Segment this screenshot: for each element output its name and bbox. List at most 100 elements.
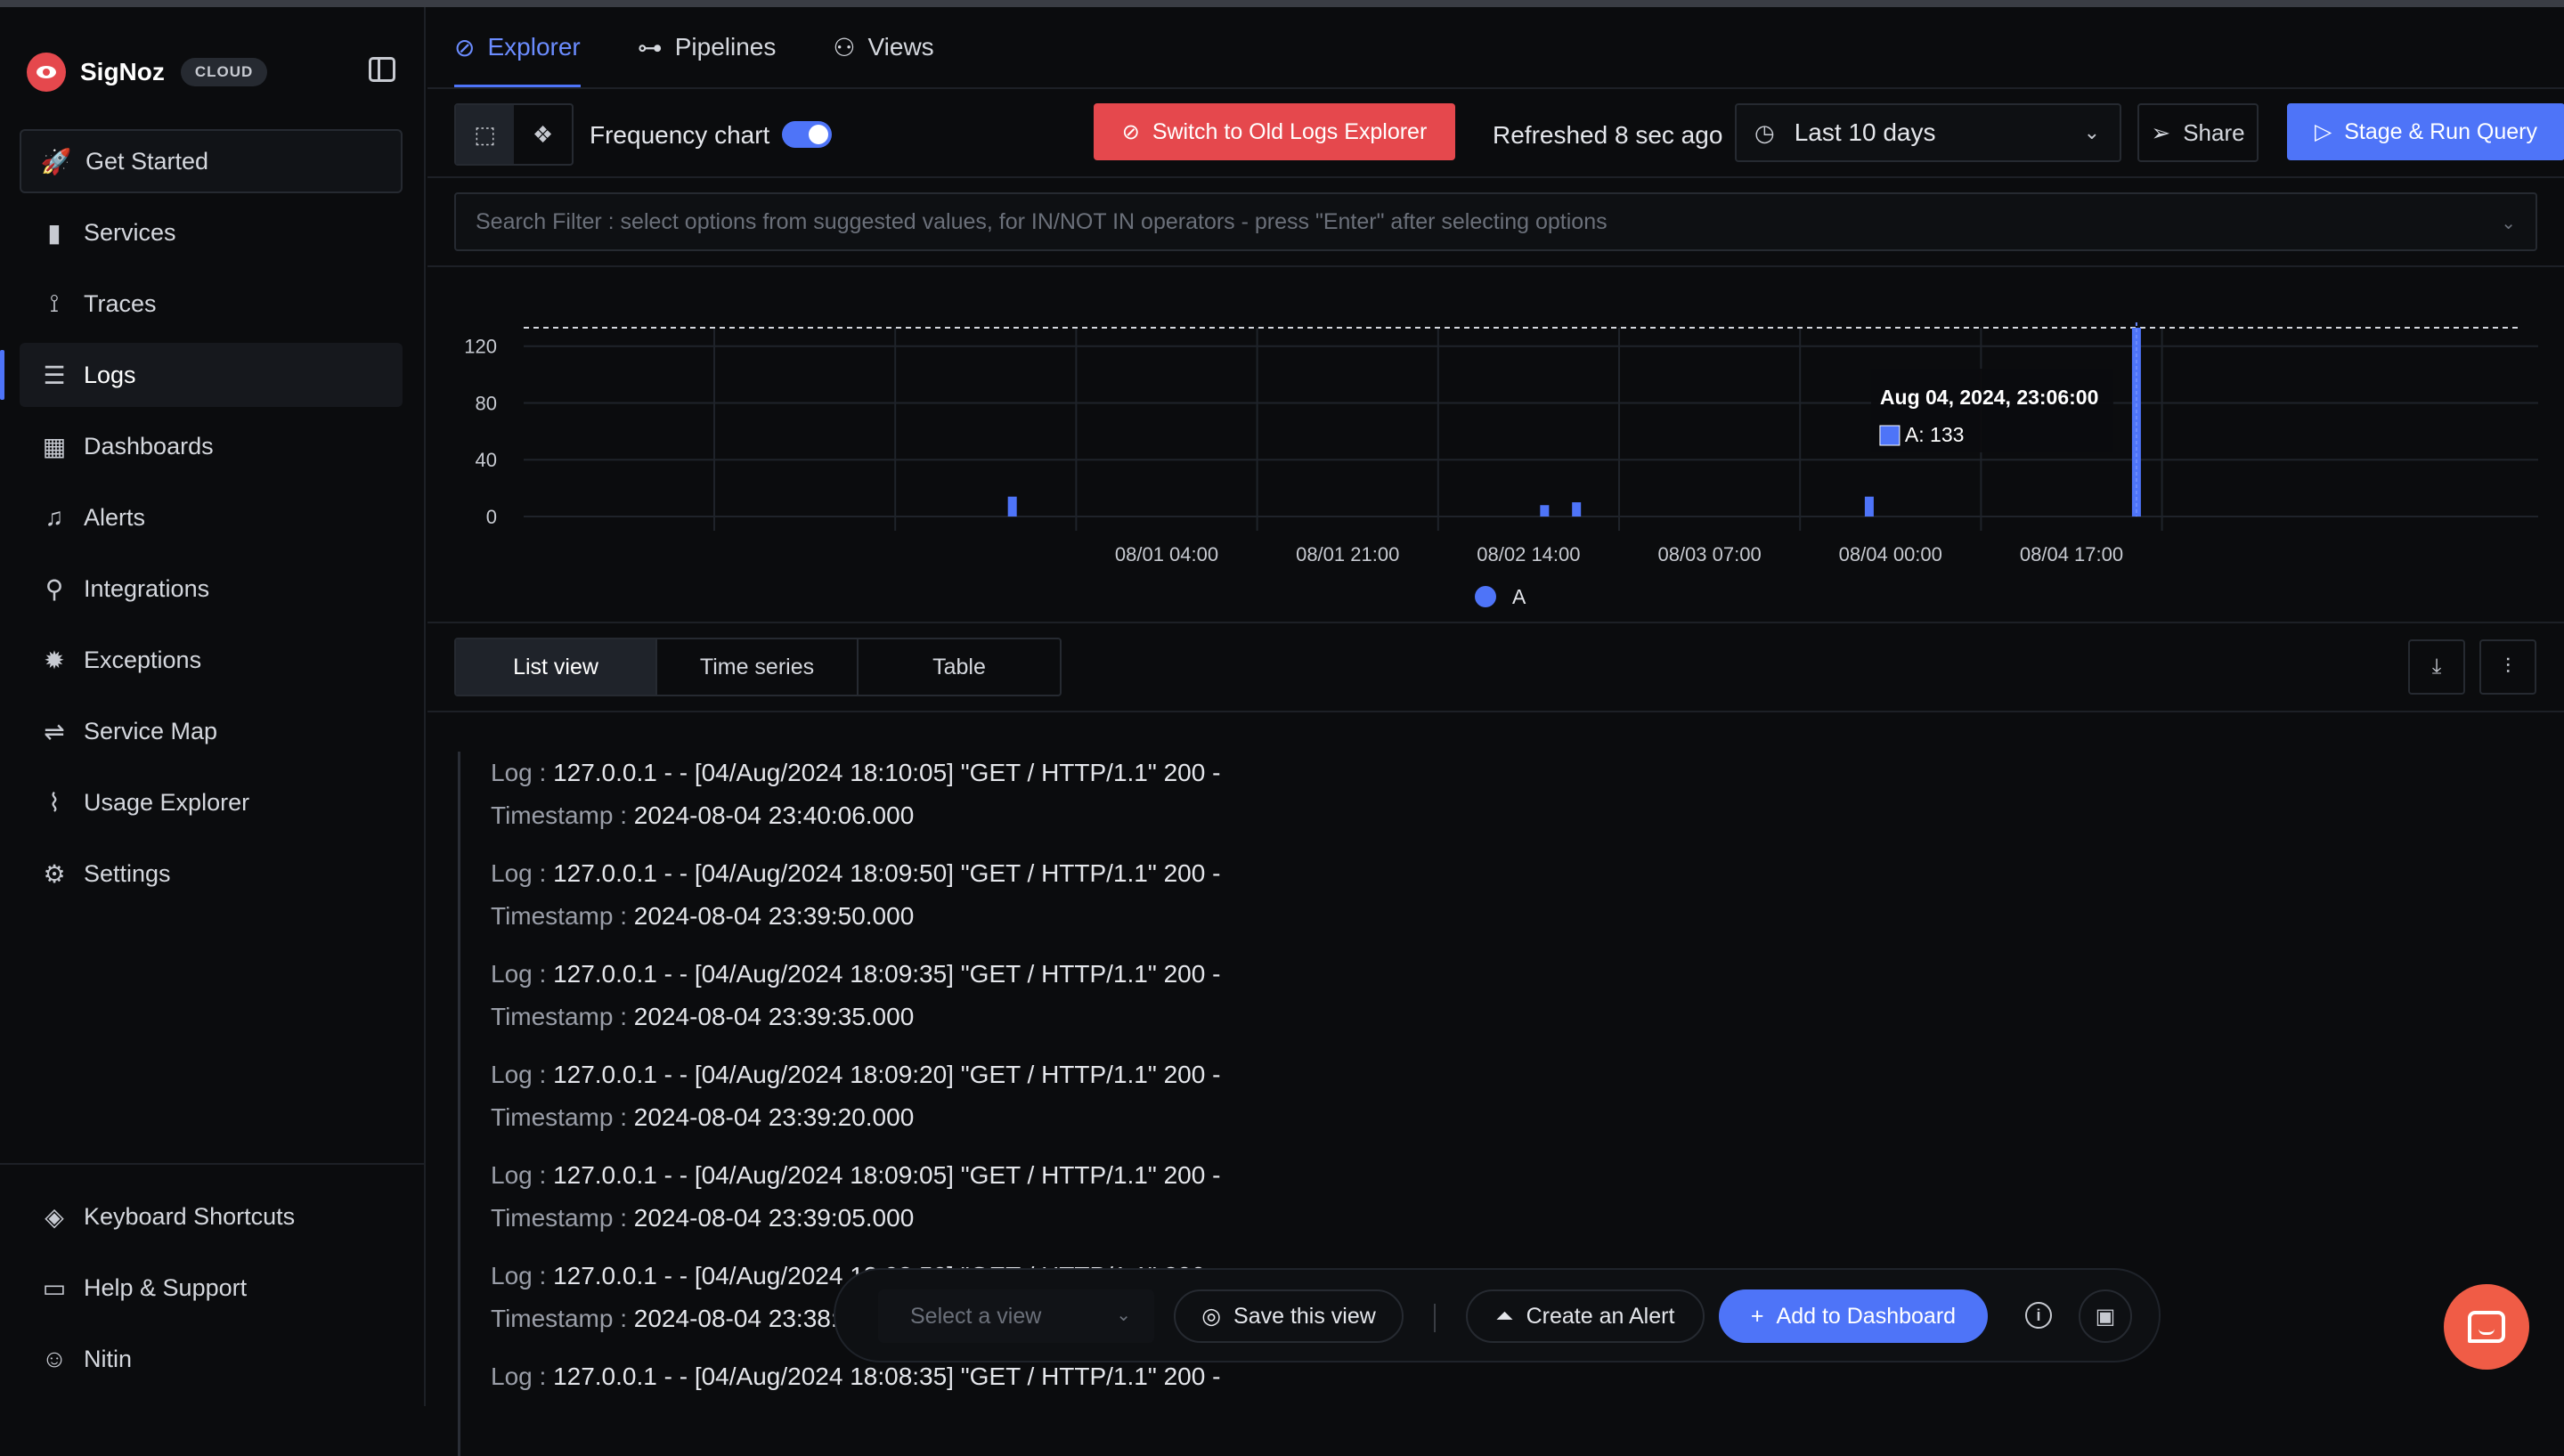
chart-bar xyxy=(1864,496,1874,517)
sidebar-item-label: Keyboard Shortcuts xyxy=(84,1202,296,1230)
switch-old-explorer-button[interactable]: ⊘ Switch to Old Logs Explorer xyxy=(1094,103,1455,160)
create-alert-button[interactable]: ⏶ Create an Alert xyxy=(1466,1289,1705,1343)
sidebar-item-usage-explorer[interactable]: ⌇ Usage Explorer xyxy=(20,770,403,834)
tab-table[interactable]: Table xyxy=(859,639,1060,695)
log-message: 127.0.0.1 - - [04/Aug/2024 18:09:50] "GE… xyxy=(553,859,1221,887)
x-tick-label: 08/01 04:00 xyxy=(1115,543,1218,565)
log-row[interactable]: Log : 127.0.0.1 - - [04/Aug/2024 18:09:0… xyxy=(458,1154,2506,1255)
column-settings-icon[interactable]: ⫶ xyxy=(2479,639,2536,695)
play-icon: ▷ xyxy=(2314,119,2332,144)
save-view-button[interactable]: ◎ Save this view xyxy=(1174,1289,1404,1343)
sidebar-item-label: Get Started xyxy=(85,147,209,175)
sidebar-item-user[interactable]: ☺ Nitin xyxy=(20,1327,426,1391)
log-line: Log : 127.0.0.1 - - [04/Aug/2024 18:09:0… xyxy=(491,1161,1220,1190)
log-row[interactable]: Log : 127.0.0.1 - - [04/Aug/2024 18:10:0… xyxy=(458,752,2506,852)
tab-views[interactable]: ⚇ Views xyxy=(833,7,933,87)
search-input[interactable] xyxy=(456,194,2536,249)
timestamp-line: Timestamp : 2024-08-04 23:39:20.000 xyxy=(491,1103,914,1132)
x-tick-label: 08/04 17:00 xyxy=(2020,543,2123,565)
tooltip-value: A: 133 xyxy=(1905,423,1965,446)
sidebar: SigNoz CLOUD 🚀 Get Started ▮ Services ⟟ … xyxy=(0,7,426,1406)
sidebar-item-label: Services xyxy=(84,218,176,246)
sidebar-item-label: Logs xyxy=(84,361,136,388)
log-line: Log : 127.0.0.1 - - [04/Aug/2024 18:09:3… xyxy=(491,960,1220,988)
divider xyxy=(427,622,2564,623)
sidebar-item-label: Dashboards xyxy=(84,432,214,460)
timestamp-line: Timestamp : 2024-08-04 23:39:05.000 xyxy=(491,1204,914,1232)
log-message: 127.0.0.1 - - [04/Aug/2024 18:09:05] "GE… xyxy=(553,1161,1221,1189)
timestamp-line: Timestamp : 2024-08-04 23:39:50.000 xyxy=(491,902,914,931)
share-button[interactable]: ➢ Share xyxy=(2137,103,2259,162)
chart-bar xyxy=(1007,496,1017,517)
brand[interactable]: SigNoz CLOUD xyxy=(27,50,268,94)
button-label: Stage & Run Query xyxy=(2344,118,2538,144)
download-icon[interactable]: ⤓ xyxy=(2408,639,2465,695)
query-mode-toggle: ⬚ ❖ xyxy=(454,103,574,166)
plus-icon: + xyxy=(1750,1303,1764,1329)
select-view-placeholder: Select a view xyxy=(910,1303,1042,1329)
signoz-logo-icon xyxy=(27,53,66,92)
chevron-down-icon: ⌄ xyxy=(2083,121,2100,143)
timestamp-label: Timestamp : xyxy=(491,1103,627,1131)
gear-icon: ⚙ xyxy=(43,859,66,888)
clickhouse-icon[interactable]: ❖ xyxy=(514,105,572,164)
route-icon: ⟟ xyxy=(49,289,60,317)
toolbar: ⬚ ❖ Frequency chart ⊘ Switch to Old Logs… xyxy=(454,103,2564,167)
log-label: Log : xyxy=(491,859,547,887)
frequency-chart-toggle[interactable] xyxy=(782,121,832,148)
log-row[interactable]: Log : 127.0.0.1 - - [04/Aug/2024 18:09:5… xyxy=(458,852,2506,953)
chevron-down-icon: ⌄ xyxy=(1116,1306,1131,1325)
cloud-badge: CLOUD xyxy=(180,58,268,86)
sidebar-item-help-support[interactable]: ▭ Help & Support xyxy=(20,1256,426,1320)
send-icon: ➢ xyxy=(2151,118,2171,146)
message-icon: ▭ xyxy=(42,1273,67,1302)
image-export-icon[interactable]: ▣ xyxy=(2079,1289,2132,1343)
sidebar-collapse-icon[interactable] xyxy=(369,57,395,82)
sidebar-item-logs[interactable]: ☰ Logs xyxy=(0,343,403,407)
stage-run-query-button[interactable]: ▷ Stage & Run Query xyxy=(2287,103,2564,160)
plug-icon: ⚲ xyxy=(45,574,64,603)
sidebar-item-get-started[interactable]: 🚀 Get Started xyxy=(20,129,403,193)
views-icon: ⚇ xyxy=(833,33,856,61)
button-label: Add to Dashboard xyxy=(1776,1303,1957,1329)
action-bar: Select a view ⌄ ◎ Save this view ⏶ Creat… xyxy=(834,1268,2161,1362)
sidebar-item-integrations[interactable]: ⚲ Integrations xyxy=(20,557,403,621)
chevron-down-icon: ⌄ xyxy=(2501,214,2516,233)
x-tick-label: 08/02 14:00 xyxy=(1477,543,1580,565)
bell-icon: ♫ xyxy=(45,503,64,531)
log-row[interactable]: Log : 127.0.0.1 - - [04/Aug/2024 18:09:2… xyxy=(458,1053,2506,1154)
frequency-chart-label: Frequency chart xyxy=(590,121,770,149)
log-timestamp: 2024-08-04 23:39:50.000 xyxy=(633,902,915,930)
info-icon[interactable]: i xyxy=(2025,1302,2052,1329)
log-row[interactable]: Log : 127.0.0.1 - - [04/Aug/2024 18:09:3… xyxy=(458,953,2506,1053)
explorer-tabs: ⊘ Explorer ⊶ Pipelines ⚇ Views xyxy=(454,7,991,87)
button-label: Switch to Old Logs Explorer xyxy=(1152,118,1428,144)
log-line: Log : 127.0.0.1 - - [04/Aug/2024 18:08:3… xyxy=(491,1362,1220,1391)
log-message: 127.0.0.1 - - [04/Aug/2024 18:08:35] "GE… xyxy=(553,1362,1221,1390)
select-view-dropdown[interactable]: Select a view ⌄ xyxy=(878,1289,1154,1343)
sidebar-item-settings[interactable]: ⚙ Settings xyxy=(20,842,403,906)
sidebar-item-keyboard-shortcuts[interactable]: ◈ Keyboard Shortcuts xyxy=(20,1184,426,1249)
sidebar-item-dashboards[interactable]: ▦ Dashboards xyxy=(20,414,403,478)
sidebar-item-services[interactable]: ▮ Services xyxy=(20,200,403,264)
tab-pipelines[interactable]: ⊶ Pipelines xyxy=(638,7,777,87)
sidebar-item-traces[interactable]: ⟟ Traces xyxy=(20,272,403,336)
add-to-dashboard-button[interactable]: + Add to Dashboard xyxy=(1719,1289,1988,1343)
log-label: Log : xyxy=(491,759,547,786)
log-label: Log : xyxy=(491,1161,547,1189)
query-builder-icon[interactable]: ⬚ xyxy=(456,105,514,164)
x-tick-label: 08/01 21:00 xyxy=(1296,543,1399,565)
log-timestamp: 2024-08-04 23:39:35.000 xyxy=(633,1003,915,1030)
time-range-select[interactable]: ◷ Last 10 days ⌄ xyxy=(1735,103,2121,162)
tab-list-view[interactable]: List view xyxy=(456,639,657,695)
tab-time-series[interactable]: Time series xyxy=(657,639,859,695)
chat-icon xyxy=(2468,1311,2505,1343)
y-tick-label: 120 xyxy=(464,336,497,358)
sidebar-item-service-map[interactable]: ⇌ Service Map xyxy=(20,699,403,763)
sidebar-item-label: Service Map xyxy=(84,717,218,744)
search-filter[interactable]: ⌄ xyxy=(454,192,2537,251)
tab-explorer[interactable]: ⊘ Explorer xyxy=(454,7,581,87)
sidebar-item-alerts[interactable]: ♫ Alerts xyxy=(20,485,403,549)
sidebar-item-exceptions[interactable]: ✹ Exceptions xyxy=(20,628,403,692)
chat-support-button[interactable] xyxy=(2444,1284,2529,1370)
